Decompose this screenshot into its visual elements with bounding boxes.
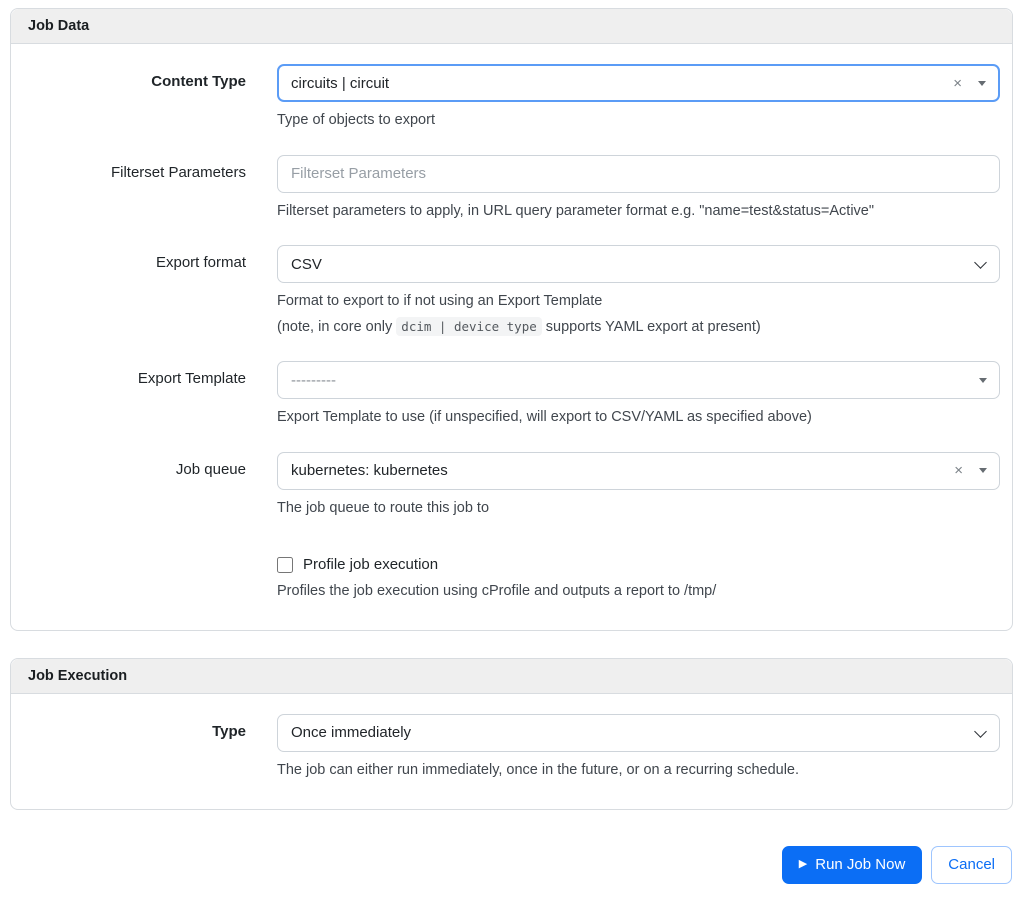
export-format-help-note-prefix: (note, in core only (277, 319, 396, 335)
export-template-value: --------- (291, 372, 979, 389)
content-type-label: Content Type (11, 64, 277, 131)
export-format-help-note-code: dcim | device type (396, 317, 541, 336)
job-queue-label: Job queue (11, 452, 277, 519)
execution-type-row: Type Once immediately The job can either… (11, 714, 1000, 781)
play-icon: ▶ (799, 859, 807, 870)
job-execution-card-body: Type Once immediately The job can either… (11, 694, 1012, 809)
job-data-card-title: Job Data (11, 9, 1012, 44)
export-template-select[interactable]: --------- (277, 361, 1000, 399)
export-format-row: Export format CSV Format to export to if… (11, 245, 1000, 337)
job-queue-row: Job queue kubernetes: kubernetes × The j… (11, 452, 1000, 519)
content-type-select[interactable]: circuits | circuit × (277, 64, 1000, 102)
profile-row: Profile job execution Profiles the job e… (11, 550, 1000, 602)
export-format-label: Export format (11, 245, 277, 337)
profile-job-execution-checkbox[interactable] (277, 557, 293, 573)
cancel-button[interactable]: Cancel (931, 846, 1012, 884)
chevron-down-icon[interactable] (979, 378, 987, 383)
filterset-help: Filterset parameters to apply, in URL qu… (277, 202, 1000, 222)
content-type-row: Content Type circuits | circuit × Type o… (11, 64, 1000, 131)
export-format-select[interactable]: CSV (277, 245, 1000, 283)
job-data-card-body: Content Type circuits | circuit × Type o… (11, 44, 1012, 630)
execution-type-label: Type (11, 714, 277, 781)
execution-type-select[interactable]: Once immediately (277, 714, 1000, 752)
profile-spacer (11, 550, 277, 602)
job-queue-value: kubernetes: kubernetes (291, 462, 954, 479)
job-queue-help: The job queue to route this job to (277, 499, 1000, 519)
job-execution-card-title: Job Execution (11, 659, 1012, 694)
footer-actions: ▶ Run Job Now Cancel (10, 846, 1013, 884)
execution-type-help: The job can either run immediately, once… (277, 761, 1000, 781)
export-template-label: Export Template (11, 361, 277, 428)
filterset-label: Filterset Parameters (11, 155, 277, 222)
job-queue-select[interactable]: kubernetes: kubernetes × (277, 452, 1000, 490)
job-form-page: Job Data Content Type circuits | circuit… (0, 0, 1024, 900)
job-execution-card: Job Execution Type Once immediately The … (10, 658, 1013, 810)
run-job-now-button[interactable]: ▶ Run Job Now (782, 846, 923, 884)
content-type-help: Type of objects to export (277, 111, 1000, 131)
clear-icon[interactable]: × (953, 76, 962, 91)
profile-job-execution-label[interactable]: Profile job execution (303, 556, 438, 573)
cancel-label: Cancel (948, 856, 995, 873)
export-format-help: Format to export to if not using an Expo… (277, 292, 1000, 312)
filterset-row: Filterset Parameters Filterset parameter… (11, 155, 1000, 222)
filterset-parameters-input[interactable] (277, 155, 1000, 193)
clear-icon[interactable]: × (954, 463, 963, 478)
chevron-down-icon[interactable] (978, 81, 986, 86)
export-template-row: Export Template --------- Export Templat… (11, 361, 1000, 428)
content-type-value: circuits | circuit (291, 75, 953, 92)
profile-help: Profiles the job execution using cProfil… (277, 582, 1000, 602)
export-format-help-note-suffix: supports YAML export at present) (542, 319, 761, 335)
chevron-down-icon[interactable] (979, 468, 987, 473)
run-job-now-label: Run Job Now (815, 856, 905, 873)
export-template-help: Export Template to use (if unspecified, … (277, 408, 1000, 428)
export-format-help-note: (note, in core only dcim | device type s… (277, 318, 1000, 338)
job-data-card: Job Data Content Type circuits | circuit… (10, 8, 1013, 631)
